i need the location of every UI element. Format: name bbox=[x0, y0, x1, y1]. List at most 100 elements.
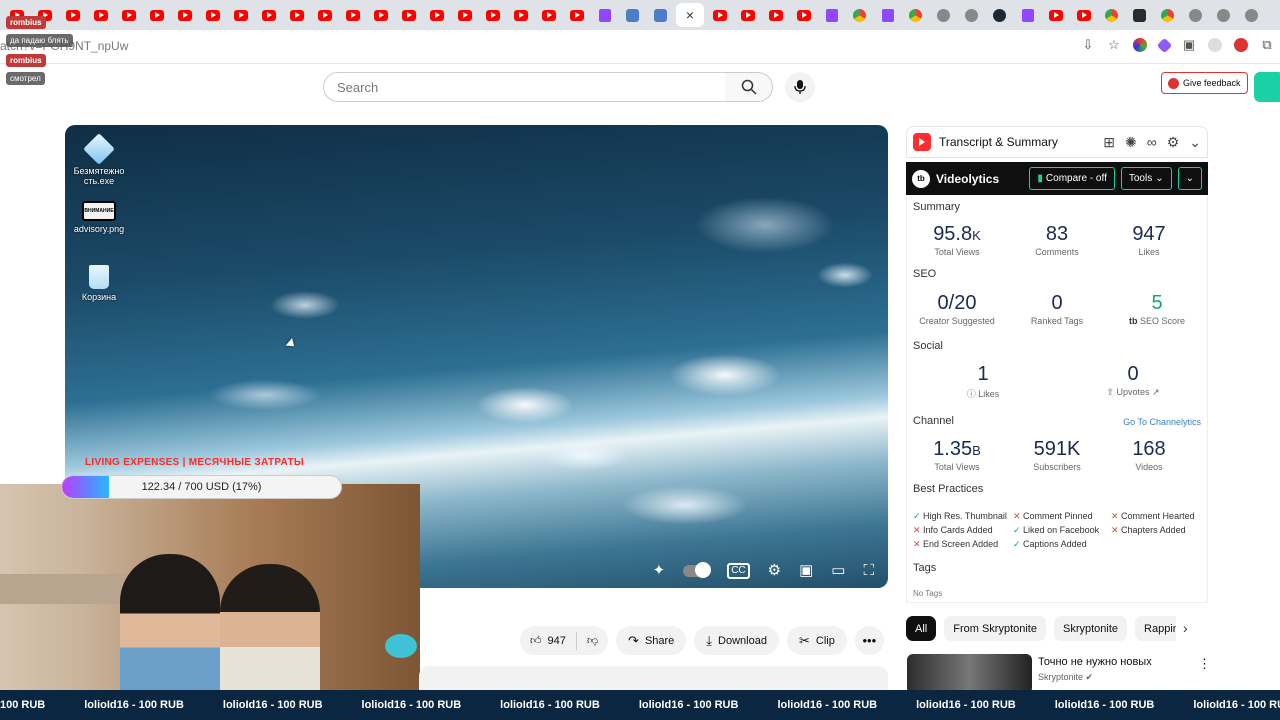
browser-tab[interactable] bbox=[1127, 3, 1152, 27]
captions-icon[interactable]: CC bbox=[727, 563, 750, 579]
sparkle-icon[interactable]: ✦ bbox=[653, 562, 666, 580]
video-action-bar: 👍︎ 947 👎︎ ↷ Share ⤓ Download ✂ Clip ••• bbox=[520, 626, 884, 655]
robot-icon[interactable]: ⊞ bbox=[1103, 134, 1115, 151]
search-input[interactable]: Search bbox=[323, 72, 726, 102]
autoplay-toggle[interactable] bbox=[683, 562, 712, 578]
browser-tab[interactable] bbox=[340, 3, 365, 27]
browser-tab[interactable] bbox=[1071, 3, 1096, 27]
share-button[interactable]: ↷ Share bbox=[616, 626, 687, 655]
browser-tab[interactable] bbox=[875, 3, 900, 27]
chevron-down-icon[interactable]: ⌄ bbox=[1189, 134, 1201, 151]
browser-tab[interactable] bbox=[368, 3, 393, 27]
browser-tab[interactable] bbox=[987, 3, 1012, 27]
browser-tab[interactable] bbox=[256, 3, 281, 27]
browser-tab[interactable] bbox=[424, 3, 449, 27]
browser-tab[interactable] bbox=[1211, 3, 1236, 27]
go-to-channelytics-link[interactable]: Go To Channelytics bbox=[1123, 417, 1201, 427]
recommended-video-title[interactable]: Точно не нужно новых bbox=[1038, 656, 1152, 668]
like-button[interactable]: 👍︎ 947 bbox=[520, 634, 576, 648]
browser-tab[interactable] bbox=[903, 3, 928, 27]
desktop-icon-exe[interactable]: Безмятежно сть.exe bbox=[65, 133, 133, 186]
chip-skryptonite[interactable]: Skryptonite bbox=[1053, 616, 1128, 641]
browser-tab[interactable] bbox=[791, 3, 816, 27]
browser-tab[interactable] bbox=[620, 3, 645, 27]
settings-gear-icon[interactable]: ⚙ bbox=[768, 562, 781, 580]
extension-side-button[interactable] bbox=[1254, 72, 1280, 102]
browser-tab[interactable] bbox=[1099, 3, 1124, 27]
bookmark-star-icon[interactable]: ☆ bbox=[1107, 38, 1121, 52]
chevron-right-icon[interactable]: › bbox=[1183, 620, 1188, 636]
browser-tab[interactable] bbox=[284, 3, 309, 27]
description-box[interactable] bbox=[419, 666, 888, 690]
tools-dropdown[interactable]: Tools ⌄ bbox=[1120, 167, 1172, 190]
browser-tab[interactable] bbox=[1239, 3, 1264, 27]
browser-tab[interactable] bbox=[1183, 3, 1208, 27]
chip-rapping[interactable]: Rapping bbox=[1135, 616, 1176, 641]
theater-mode-icon[interactable]: ▭ bbox=[831, 562, 845, 580]
browser-tab[interactable] bbox=[88, 3, 113, 27]
chip-all[interactable]: All bbox=[906, 616, 937, 641]
browser-tab[interactable] bbox=[536, 3, 561, 27]
browser-tab[interactable] bbox=[480, 3, 505, 27]
glasses-icon[interactable]: ∞ bbox=[1147, 134, 1157, 151]
extension-color-icon[interactable] bbox=[1133, 38, 1147, 52]
browser-tab[interactable] bbox=[1043, 3, 1068, 27]
give-feedback-button[interactable]: Give feedback bbox=[1161, 72, 1248, 94]
stat-subscribers: 591K Subscribers bbox=[1007, 438, 1107, 472]
chip-from-skryptonite[interactable]: From Skryptonite bbox=[944, 616, 1046, 641]
more-actions-button[interactable]: ••• bbox=[854, 626, 884, 655]
dislike-button[interactable]: 👎︎ bbox=[577, 634, 608, 647]
mouse-cursor-icon bbox=[285, 337, 298, 351]
browser-tab[interactable] bbox=[931, 3, 956, 27]
stat-upvotes: 0 ⇧ Upvotes ↗ bbox=[1083, 363, 1183, 398]
browser-tab[interactable] bbox=[648, 3, 673, 27]
youtube-favicon-icon bbox=[712, 9, 727, 21]
collapse-dropdown-button[interactable]: ⌄ bbox=[1177, 167, 1202, 190]
browser-tab[interactable] bbox=[452, 3, 477, 27]
voice-search-button[interactable] bbox=[785, 72, 815, 102]
browser-tab[interactable] bbox=[735, 3, 760, 27]
browser-tab[interactable] bbox=[1015, 3, 1040, 27]
youtube-favicon-icon bbox=[317, 9, 332, 21]
recommended-video-thumbnail[interactable] bbox=[907, 654, 1032, 694]
openai-icon[interactable]: ✺ bbox=[1125, 134, 1137, 151]
close-tab-icon[interactable]: × bbox=[686, 7, 694, 23]
browser-tab[interactable] bbox=[819, 3, 844, 27]
browser-tab[interactable] bbox=[172, 3, 197, 27]
browser-tab[interactable] bbox=[396, 3, 421, 27]
browser-tab[interactable] bbox=[959, 3, 984, 27]
browser-tab[interactable] bbox=[564, 3, 589, 27]
search-button[interactable] bbox=[725, 72, 773, 102]
puzzle-icon[interactable]: ⧉ bbox=[1260, 38, 1274, 52]
desktop-icon-recycle-bin[interactable]: Корзина bbox=[65, 265, 133, 302]
extension-purple-icon[interactable] bbox=[1156, 37, 1173, 53]
active-tab[interactable]: × bbox=[676, 3, 704, 27]
miniplayer-icon[interactable]: ▣ bbox=[799, 562, 813, 580]
compare-toggle-button[interactable]: ▮ Compare - off bbox=[1029, 167, 1115, 190]
image-icon[interactable]: ▣ bbox=[1182, 38, 1196, 52]
browser-tab[interactable] bbox=[1155, 3, 1180, 27]
extension-red-icon[interactable] bbox=[1234, 38, 1248, 52]
best-practice-label: Chapters Added bbox=[1121, 525, 1186, 535]
browser-tab[interactable] bbox=[763, 3, 788, 27]
desktop-icon-advisory[interactable]: ВНИМАНИЕ advisory.png bbox=[65, 201, 133, 234]
browser-tab[interactable] bbox=[312, 3, 337, 27]
info-icon: ⓘ bbox=[966, 389, 976, 399]
transcript-summary-header[interactable]: Transcript & Summary ⊞ ✺ ∞ ⚙ ⌄ bbox=[906, 126, 1208, 158]
browser-tab[interactable] bbox=[144, 3, 169, 27]
clip-button[interactable]: ✂ Clip bbox=[786, 626, 847, 655]
browser-tab[interactable] bbox=[200, 3, 225, 27]
browser-tab[interactable] bbox=[707, 3, 732, 27]
download-button[interactable]: ⤓ Download bbox=[694, 626, 779, 655]
fullscreen-icon[interactable]: ⛶ bbox=[863, 562, 874, 580]
recommended-video-menu-icon[interactable]: ⋮ bbox=[1198, 656, 1211, 672]
settings-gear-icon[interactable]: ⚙ bbox=[1167, 134, 1180, 151]
install-icon[interactable]: ⇩ bbox=[1081, 38, 1095, 52]
extension-gray-icon[interactable] bbox=[1208, 38, 1222, 52]
browser-tab[interactable] bbox=[592, 3, 617, 27]
recommended-video-channel[interactable]: Skryptonite ✔ bbox=[1038, 672, 1093, 683]
browser-tab[interactable] bbox=[116, 3, 141, 27]
browser-tab[interactable] bbox=[508, 3, 533, 27]
browser-tab[interactable] bbox=[847, 3, 872, 27]
browser-tab[interactable] bbox=[228, 3, 253, 27]
